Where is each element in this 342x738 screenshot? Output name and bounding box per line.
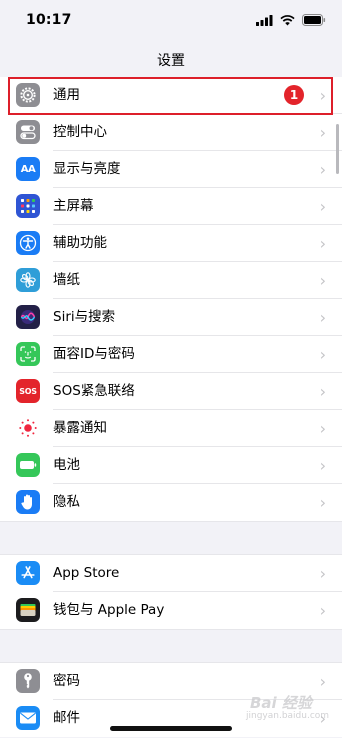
settings-row-label: 主屏幕 xyxy=(53,198,94,214)
settings-row-face-id-passcode[interactable]: 面容ID与密码 › xyxy=(0,336,342,373)
chevron-right-icon: › xyxy=(319,234,326,253)
page-title: 设置 xyxy=(157,53,185,69)
status-icons xyxy=(256,14,326,26)
settings-row-label: 电池 xyxy=(53,457,80,473)
settings-row-accessibility[interactable]: 辅助功能 › xyxy=(0,225,342,262)
wifi-icon xyxy=(280,14,295,25)
chevron-right-icon: › xyxy=(319,160,326,179)
settings-row-siri-search[interactable]: Siri与搜索 › xyxy=(0,299,342,336)
mail-icon xyxy=(16,706,40,730)
settings-row-label: 隐私 xyxy=(53,494,80,510)
settings-row-wallet-apple-pay[interactable]: 钱包与 Apple Pay › xyxy=(0,592,342,629)
settings-row-label: 墙纸 xyxy=(53,272,80,288)
toggles-icon xyxy=(16,120,40,144)
section-spacer xyxy=(0,629,342,663)
chevron-right-icon: › xyxy=(319,493,326,512)
settings-row-label: Siri与搜索 xyxy=(53,309,116,325)
accessibility-icon xyxy=(16,231,40,255)
settings-row-app-store[interactable]: App Store › xyxy=(0,555,342,592)
chevron-right-icon: › xyxy=(319,197,326,216)
settings-row-battery[interactable]: 电池 › xyxy=(0,447,342,484)
settings-row-label: 钱包与 Apple Pay xyxy=(53,602,165,618)
settings-row-control-center[interactable]: 控制中心 › xyxy=(0,114,342,151)
chevron-right-icon: › xyxy=(319,86,326,105)
watermark-url: jingyan.baidu.com xyxy=(246,711,330,721)
settings-group-main: 通用 1 › 控制中心 › AA 显示与亮度 › 主屏幕 › 辅助功能 › 墙纸… xyxy=(0,77,342,521)
settings-row-label: 密码 xyxy=(53,673,80,689)
home-grid-icon xyxy=(16,194,40,218)
chevron-right-icon: › xyxy=(319,382,326,401)
settings-row-display-brightness[interactable]: AA 显示与亮度 › xyxy=(0,151,342,188)
settings-row-wallpaper[interactable]: 墙纸 › xyxy=(0,262,342,299)
signal-bars-icon xyxy=(256,14,273,26)
gear-icon xyxy=(16,83,40,107)
chevron-right-icon: › xyxy=(319,601,326,620)
siri-icon xyxy=(16,305,40,329)
chevron-right-icon: › xyxy=(319,271,326,290)
settings-row-label: 辅助功能 xyxy=(53,235,107,251)
wallet-icon xyxy=(16,598,40,622)
aa-icon-glyph: AA xyxy=(20,163,36,175)
chevron-right-icon: › xyxy=(319,123,326,142)
chevron-right-icon: › xyxy=(319,456,326,475)
status-bar: 10:17 xyxy=(0,0,342,40)
settings-row-label: 显示与亮度 xyxy=(53,161,121,177)
key-icon xyxy=(16,669,40,693)
nav-bar: 设置 xyxy=(0,40,342,74)
settings-row-home-screen[interactable]: 主屏幕 › xyxy=(0,188,342,225)
chevron-right-icon: › xyxy=(319,345,326,364)
watermark: Bai 经验 jingyan.baidu.com xyxy=(222,689,334,725)
home-indicator[interactable] xyxy=(110,726,232,731)
watermark-logo-text: Bai 经验 xyxy=(250,694,312,712)
status-time: 10:17 xyxy=(26,12,72,28)
aa-icon: AA xyxy=(16,157,40,181)
settings-row-label: App Store xyxy=(53,565,120,581)
notification-badge: 1 xyxy=(284,85,304,105)
settings-row-label: 面容ID与密码 xyxy=(53,346,135,362)
section-spacer xyxy=(0,521,342,555)
chevron-right-icon: › xyxy=(319,564,326,583)
wallpaper-flower-icon xyxy=(16,268,40,292)
battery-icon xyxy=(302,14,326,26)
settings-row-label: 暴露通知 xyxy=(53,420,107,436)
settings-row-exposure-notifications[interactable]: 暴露通知 › xyxy=(0,410,342,447)
scroll-indicator[interactable] xyxy=(336,124,339,174)
settings-row-label: 邮件 xyxy=(53,710,80,726)
exposure-notification-icon xyxy=(16,416,40,440)
hand-icon xyxy=(16,490,40,514)
settings-list[interactable]: 通用 1 › 控制中心 › AA 显示与亮度 › 主屏幕 › 辅助功能 › 墙纸… xyxy=(0,77,342,737)
settings-row-privacy[interactable]: 隐私 › xyxy=(0,484,342,521)
settings-row-label: 控制中心 xyxy=(53,124,107,140)
settings-row-label: SOS紧急联络 xyxy=(53,383,135,399)
settings-row-emergency-sos[interactable]: SOS SOS紧急联络 › xyxy=(0,373,342,410)
settings-row-label: 通用 xyxy=(53,87,80,103)
battery-app-icon xyxy=(16,453,40,477)
face-id-icon xyxy=(16,342,40,366)
settings-group-store: App Store › 钱包与 Apple Pay › xyxy=(0,555,342,629)
chevron-right-icon: › xyxy=(319,419,326,438)
sos-icon-glyph: SOS xyxy=(19,386,37,396)
chevron-right-icon: › xyxy=(319,308,326,327)
app-store-icon xyxy=(16,561,40,585)
sos-icon: SOS xyxy=(16,379,40,403)
settings-row-general[interactable]: 通用 1 › xyxy=(0,77,342,114)
